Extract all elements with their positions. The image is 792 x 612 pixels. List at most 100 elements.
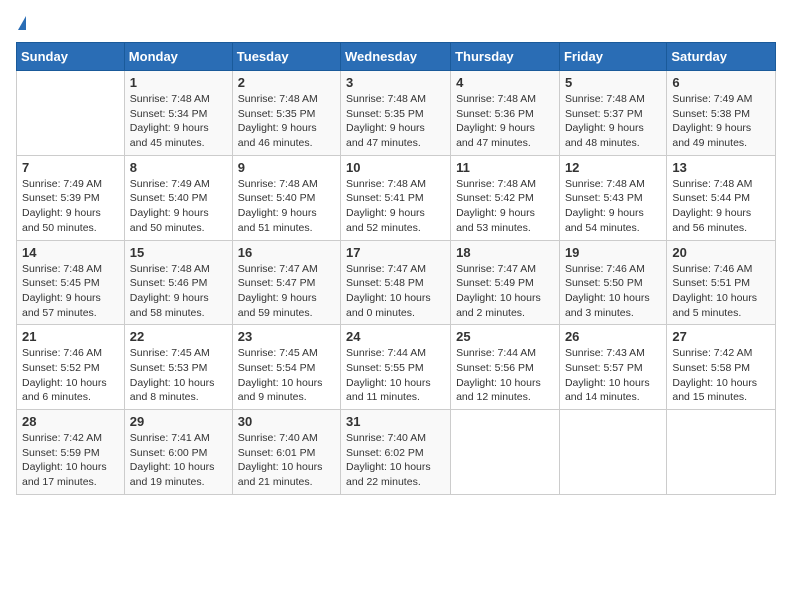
daylight-text: Daylight: 9 hours and 47 minutes.: [456, 121, 554, 150]
day-number: 3: [346, 75, 445, 90]
calendar-cell: 12 Sunrise: 7:48 AMSunset: 5:43 PMDayligh…: [559, 155, 666, 240]
header-day-wednesday: Wednesday: [341, 43, 451, 71]
daylight-text: Daylight: 10 hours and 22 minutes.: [346, 460, 445, 489]
daylight-text: Daylight: 9 hours and 53 minutes.: [456, 206, 554, 235]
day-info: Sunrise: 7:40 AMSunset: 6:02 PMDaylight:…: [346, 431, 445, 490]
header-day-monday: Monday: [124, 43, 232, 71]
day-number: 12: [565, 160, 661, 175]
sunset-text: Sunset: 5:39 PM: [22, 191, 119, 206]
daylight-text: Daylight: 9 hours and 51 minutes.: [238, 206, 335, 235]
day-info: Sunrise: 7:42 AMSunset: 5:59 PMDaylight:…: [22, 431, 119, 490]
day-number: 27: [672, 329, 770, 344]
daylight-text: Daylight: 10 hours and 5 minutes.: [672, 291, 770, 320]
daylight-text: Daylight: 9 hours and 56 minutes.: [672, 206, 770, 235]
day-number: 7: [22, 160, 119, 175]
daylight-text: Daylight: 10 hours and 12 minutes.: [456, 376, 554, 405]
calendar-cell: 24Sunrise: 7:44 AMSunset: 5:55 PMDayligh…: [341, 325, 451, 410]
day-info: Sunrise: 7:48 AMSunset: 5:41 PMDaylight:…: [346, 177, 445, 236]
sunrise-text: Sunrise: 7:48 AM: [672, 177, 770, 192]
calendar-week-row: 1Sunrise: 7:48 AMSunset: 5:34 PMDaylight…: [17, 71, 776, 156]
header-day-sunday: Sunday: [17, 43, 125, 71]
day-info: Sunrise: 7:40 AMSunset: 6:01 PMDaylight:…: [238, 431, 335, 490]
day-number: 4: [456, 75, 554, 90]
calendar-cell: 25Sunrise: 7:44 AMSunset: 5:56 PMDayligh…: [451, 325, 560, 410]
calendar-header-row: SundayMondayTuesdayWednesdayThursdayFrid…: [17, 43, 776, 71]
sunrise-text: Sunrise: 7:46 AM: [672, 262, 770, 277]
daylight-text: Daylight: 9 hours and 45 minutes.: [130, 121, 227, 150]
day-info: Sunrise: 7:48 AMSunset: 5:36 PMDaylight:…: [456, 92, 554, 151]
sunrise-text: Sunrise: 7:48 AM: [346, 177, 445, 192]
sunrise-text: Sunrise: 7:45 AM: [130, 346, 227, 361]
calendar-cell: 14 Sunrise: 7:48 AMSunset: 5:45 PMDayligh…: [17, 240, 125, 325]
sunrise-text: Sunrise: 7:40 AM: [238, 431, 335, 446]
day-number: 29: [130, 414, 227, 429]
calendar-cell: 1Sunrise: 7:48 AMSunset: 5:34 PMDaylight…: [124, 71, 232, 156]
day-info: Sunrise: 7:43 AMSunset: 5:57 PMDaylight:…: [565, 346, 661, 405]
day-info: Sunrise: 7:48 AMSunset: 5:45 PMDaylight:…: [22, 262, 119, 321]
sunrise-text: Sunrise: 7:46 AM: [565, 262, 661, 277]
sunset-text: Sunset: 5:53 PM: [130, 361, 227, 376]
daylight-text: Daylight: 10 hours and 9 minutes.: [238, 376, 335, 405]
day-number: 10: [346, 160, 445, 175]
day-number: 16: [238, 245, 335, 260]
header-day-tuesday: Tuesday: [232, 43, 340, 71]
calendar-week-row: 14 Sunrise: 7:48 AMSunset: 5:45 PMDayligh…: [17, 240, 776, 325]
sunrise-text: Sunrise: 7:48 AM: [456, 92, 554, 107]
calendar-cell: 6Sunrise: 7:49 AMSunset: 5:38 PMDaylight…: [667, 71, 776, 156]
calendar-cell: 3Sunrise: 7:48 AMSunset: 5:35 PMDaylight…: [341, 71, 451, 156]
sunset-text: Sunset: 5:58 PM: [672, 361, 770, 376]
sunset-text: Sunset: 5:50 PM: [565, 276, 661, 291]
calendar-cell: 26Sunrise: 7:43 AMSunset: 5:57 PMDayligh…: [559, 325, 666, 410]
daylight-text: Daylight: 10 hours and 19 minutes.: [130, 460, 227, 489]
calendar-week-row: 21 Sunrise: 7:46 AMSunset: 5:52 PMDayligh…: [17, 325, 776, 410]
sunset-text: Sunset: 6:00 PM: [130, 446, 227, 461]
day-number: 21: [22, 329, 119, 344]
day-info: Sunrise: 7:48 AMSunset: 5:35 PMDaylight:…: [238, 92, 335, 151]
calendar-cell: 9Sunrise: 7:48 AMSunset: 5:40 PMDaylight…: [232, 155, 340, 240]
calendar-cell: 15Sunrise: 7:48 AMSunset: 5:46 PMDayligh…: [124, 240, 232, 325]
calendar-cell: 27 Sunrise: 7:42 AMSunset: 5:58 PMDayligh…: [667, 325, 776, 410]
day-info: Sunrise: 7:48 AMSunset: 5:42 PMDaylight:…: [456, 177, 554, 236]
logo: [16, 16, 26, 30]
day-number: 20: [672, 245, 770, 260]
day-number: 19: [565, 245, 661, 260]
daylight-text: Daylight: 9 hours and 54 minutes.: [565, 206, 661, 235]
sunrise-text: Sunrise: 7:43 AM: [565, 346, 661, 361]
calendar-cell: 23Sunrise: 7:45 AMSunset: 5:54 PMDayligh…: [232, 325, 340, 410]
calendar-week-row: 28 Sunrise: 7:42 AMSunset: 5:59 PMDayligh…: [17, 410, 776, 495]
day-number: 15: [130, 245, 227, 260]
day-info: Sunrise: 7:48 AMSunset: 5:43 PMDaylight:…: [565, 177, 661, 236]
day-number: 1: [130, 75, 227, 90]
daylight-text: Daylight: 10 hours and 15 minutes.: [672, 376, 770, 405]
day-number: 13: [672, 160, 770, 175]
day-number: 5: [565, 75, 661, 90]
calendar-cell: 8Sunrise: 7:49 AMSunset: 5:40 PMDaylight…: [124, 155, 232, 240]
daylight-text: Daylight: 9 hours and 59 minutes.: [238, 291, 335, 320]
day-number: 30: [238, 414, 335, 429]
daylight-text: Daylight: 9 hours and 49 minutes.: [672, 121, 770, 150]
sunrise-text: Sunrise: 7:48 AM: [130, 262, 227, 277]
sunset-text: Sunset: 5:54 PM: [238, 361, 335, 376]
daylight-text: Daylight: 10 hours and 6 minutes.: [22, 376, 119, 405]
day-number: 9: [238, 160, 335, 175]
day-info: Sunrise: 7:41 AMSunset: 6:00 PMDaylight:…: [130, 431, 227, 490]
sunrise-text: Sunrise: 7:45 AM: [238, 346, 335, 361]
day-info: Sunrise: 7:48 AMSunset: 5:44 PMDaylight:…: [672, 177, 770, 236]
day-number: 14: [22, 245, 119, 260]
calendar-cell: [17, 71, 125, 156]
day-number: 28: [22, 414, 119, 429]
day-info: Sunrise: 7:47 AMSunset: 5:49 PMDaylight:…: [456, 262, 554, 321]
sunset-text: Sunset: 5:47 PM: [238, 276, 335, 291]
day-info: Sunrise: 7:44 AMSunset: 5:55 PMDaylight:…: [346, 346, 445, 405]
day-info: Sunrise: 7:46 AMSunset: 5:52 PMDaylight:…: [22, 346, 119, 405]
day-number: 25: [456, 329, 554, 344]
sunset-text: Sunset: 5:49 PM: [456, 276, 554, 291]
sunset-text: Sunset: 5:51 PM: [672, 276, 770, 291]
daylight-text: Daylight: 10 hours and 8 minutes.: [130, 376, 227, 405]
sunrise-text: Sunrise: 7:40 AM: [346, 431, 445, 446]
sunset-text: Sunset: 5:43 PM: [565, 191, 661, 206]
sunset-text: Sunset: 6:01 PM: [238, 446, 335, 461]
day-info: Sunrise: 7:42 AMSunset: 5:58 PMDaylight:…: [672, 346, 770, 405]
calendar-cell: 10 Sunrise: 7:48 AMSunset: 5:41 PMDayligh…: [341, 155, 451, 240]
header: [16, 16, 776, 30]
